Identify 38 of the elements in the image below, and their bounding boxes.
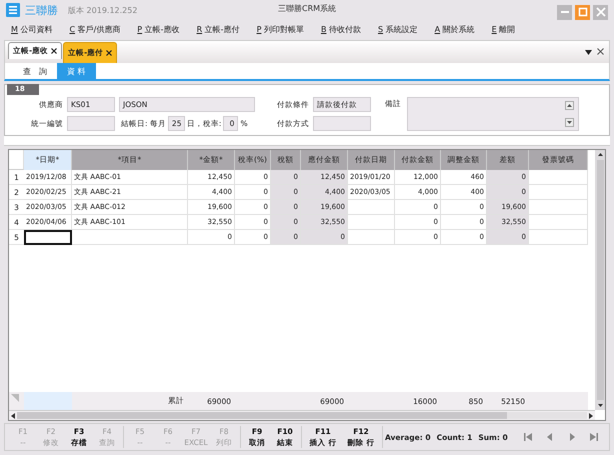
total-cell <box>529 392 588 410</box>
close-icon[interactable] <box>106 50 112 56</box>
menu-item[interactable]: B 待收付款 <box>318 24 369 34</box>
next-record-icon[interactable] <box>567 432 577 442</box>
previous-record-icon[interactable] <box>545 432 555 442</box>
menu-item[interactable]: A 關於系統 <box>432 24 483 34</box>
last-record-icon[interactable] <box>589 432 599 442</box>
menu-item[interactable]: M 公司資料 <box>8 24 60 34</box>
corner-icon <box>11 394 19 402</box>
menu-item[interactable]: S 系統設定 <box>374 24 426 34</box>
first-record-icon[interactable] <box>523 432 533 442</box>
horizontal-scrollbar[interactable] <box>9 410 595 420</box>
close-icon[interactable] <box>597 48 604 55</box>
dropdown-icon[interactable] <box>585 50 592 55</box>
menu-item[interactable]: C 客戶/供應商 <box>66 24 128 34</box>
scroll-down-icon[interactable] <box>565 118 574 127</box>
menu-item[interactable]: P 立帳-應收 <box>134 24 188 34</box>
vertical-scrollbar[interactable] <box>595 150 605 410</box>
menu-item[interactable]: E 離開 <box>488 24 524 34</box>
minimize-button[interactable] <box>557 4 572 20</box>
logo-icon <box>6 3 20 17</box>
note-field[interactable] <box>407 97 579 131</box>
version-label: 版本 2019.12.252 <box>68 4 138 16</box>
input-field[interactable] <box>313 116 371 131</box>
app-name: 三聯勝 <box>25 2 58 18</box>
close-icon <box>596 7 606 17</box>
input-field[interactable] <box>67 116 115 131</box>
maximize-icon <box>578 7 588 17</box>
menu-item[interactable]: R 立帳-應付 <box>194 24 248 34</box>
menu-item[interactable]: P 列印對帳單 <box>254 24 312 34</box>
maximize-button[interactable] <box>575 4 590 20</box>
scroll-right-icon[interactable] <box>587 412 595 420</box>
window-title: 三聯勝CRM系統 <box>278 3 336 14</box>
close-icon[interactable] <box>51 48 58 54</box>
scroll-up-icon[interactable] <box>565 101 574 110</box>
table-cell[interactable] <box>24 230 72 245</box>
close-button[interactable] <box>593 4 608 20</box>
total-cell <box>24 392 72 410</box>
